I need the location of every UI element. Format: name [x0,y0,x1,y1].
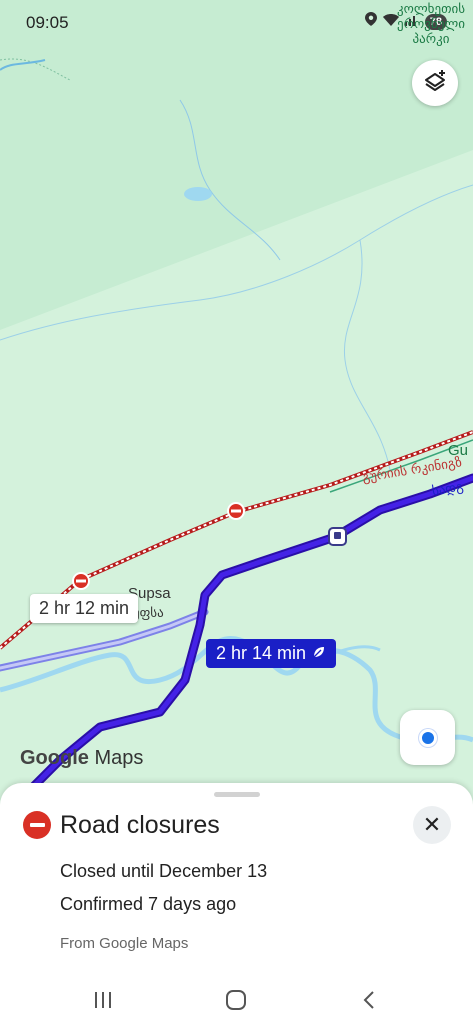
back-icon [363,991,374,1009]
logo-maps-text: Maps [94,747,144,769]
park-label: კოლხეთის ეროვნული პარკი [397,2,465,47]
back-button[interactable] [349,984,389,1016]
close-icon: ✕ [422,812,442,838]
closure-marker[interactable] [72,572,90,590]
my-location-button[interactable] [400,710,455,765]
eco-leaf-icon [312,643,326,664]
sheet-title: Road closures [60,811,220,839]
train-station-icon[interactable] [328,527,347,546]
layers-icon [423,69,447,98]
my-location-icon [418,728,437,747]
lake [184,187,212,201]
source-text: From Google Maps [60,935,189,952]
recents-button[interactable] [83,984,123,1016]
google-maps-logo: Google Maps [20,747,143,770]
logo-google-text: Google [20,747,89,769]
route-alt-time-label[interactable]: 2 hr 12 min [30,594,139,623]
road-closed-icon [23,811,51,839]
route-main-time-text: 2 hr 14 min [216,643,307,663]
route-main-time-label[interactable]: 2 hr 14 min [206,639,337,668]
home-button[interactable] [216,984,256,1016]
map-canvas[interactable] [0,0,473,800]
system-nav-bar [0,980,473,1024]
park-label-line: ეროვნული [397,17,465,32]
confirmed-text: Confirmed 7 days ago [60,894,237,914]
location-icon [364,12,377,31]
close-button[interactable]: ✕ [413,806,451,844]
closed-until-text: Closed until December 13 [60,861,268,881]
status-time: 09:05 [26,13,69,32]
closure-marker[interactable] [227,502,245,520]
recents-icon [95,992,111,1008]
layers-button[interactable] [412,60,458,106]
home-icon [226,990,246,1010]
park-area [0,0,473,330]
park-label-line: კოლხეთის [396,2,465,17]
sheet-drag-handle[interactable] [214,792,260,797]
map-view[interactable] [0,0,473,800]
park-label-line: პარკი [412,32,450,47]
boundary-line [343,239,391,471]
